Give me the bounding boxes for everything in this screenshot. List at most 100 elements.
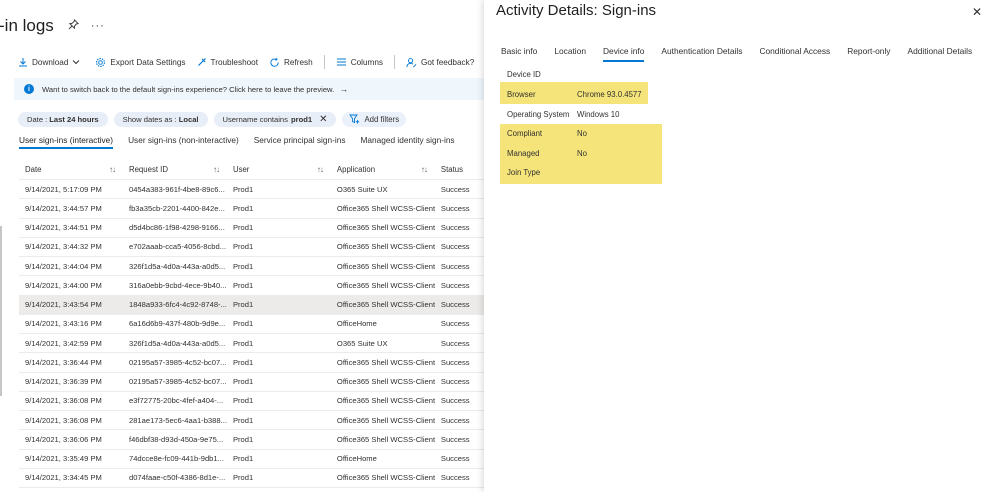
table-row[interactable]: 9/14/2021, 3:44:32 PM e702aaab-cca5-4056-… [19, 238, 484, 257]
cell-user: Prod1 [232, 300, 254, 310]
browser-key: Browser [507, 90, 536, 99]
column-header-request-id-label: Request ID [128, 165, 168, 174]
show-dates-filter-value: Local [178, 114, 199, 124]
feedback-button[interactable]: Got feedback? [406, 57, 474, 68]
cell-application: Office365 Shell WCSS-Client [336, 377, 435, 387]
cell-request-id: 02195a57-3985-4c52-bc07... [128, 377, 227, 387]
browser-row: Browser Chrome 93.0.4577 [507, 90, 642, 99]
tab-conditional-access[interactable]: Conditional Access [759, 46, 830, 62]
cell-date: 9/14/2021, 3:34:45 PM [25, 473, 102, 483]
info-bar-text: Want to switch back to the default sign-… [42, 84, 335, 94]
tab-location[interactable]: Location [554, 46, 586, 62]
column-header-status[interactable]: Status [435, 160, 484, 180]
cell-request-id: f46dbf38-d93d-450a-9e75... [128, 434, 224, 444]
date-filter-pill[interactable]: Date : Last 24 hours [18, 111, 108, 127]
date-filter-value: Last 24 hours [49, 114, 99, 124]
cell-request-id: 74dcce8e-fc09-441b-9db1... [128, 454, 224, 464]
column-header-user-label: User [232, 165, 250, 174]
cell-application: Office365 Shell WCSS-Client [336, 415, 435, 425]
add-filters-button[interactable]: Add filters [342, 111, 407, 127]
table-row[interactable]: 9/14/2021, 3:43:16 PM 6a16d6b9-437f-480b-… [19, 315, 484, 334]
cell-application: Office365 Shell WCSS-Client [336, 203, 435, 213]
column-header-date[interactable]: Date ↑↓ [19, 160, 123, 180]
column-header-date-label: Date [25, 165, 42, 174]
tab-authentication-details[interactable]: Authentication Details [661, 46, 742, 62]
remove-filter-icon[interactable]: ✕ [319, 114, 327, 125]
username-filter-label: Username contains [222, 114, 288, 124]
cell-user: Prod1 [232, 338, 254, 348]
cell-application: Office365 Shell WCSS-Client [336, 434, 435, 444]
arrow-right-icon[interactable]: → [339, 84, 348, 94]
username-filter-pill[interactable]: Username contains prod1 ✕ [213, 111, 337, 127]
pin-icon[interactable] [68, 19, 79, 33]
cell-date: 9/14/2021, 3:43:16 PM [25, 319, 102, 329]
operating-system-row: Operating System Windows 10 [507, 110, 619, 119]
highlight-box [500, 124, 662, 184]
cell-status: Success [440, 357, 470, 367]
table-row[interactable]: 9/14/2021, 3:34:45 PM d074faae-c50f-4386-… [19, 469, 484, 488]
table-row[interactable]: 9/14/2021, 3:36:44 PM 02195a57-3985-4c52-… [19, 353, 484, 373]
cell-date: 9/14/2021, 3:44:04 PM [25, 261, 102, 271]
troubleshoot-button[interactable]: Troubleshoot [197, 57, 258, 67]
refresh-button[interactable]: Refresh [269, 57, 313, 68]
toolbar-divider [394, 55, 395, 69]
sort-icon[interactable]: ↑↓ [109, 165, 116, 174]
tab-device-info[interactable]: Device info [602, 46, 645, 62]
columns-label: Columns [350, 57, 383, 67]
cell-application: Office365 Shell WCSS-Client [336, 300, 435, 310]
cell-status: Success [440, 415, 470, 425]
table-row[interactable]: 9/14/2021, 3:36:08 PM e3f72775-20bc-4fef-… [19, 392, 484, 411]
column-header-application[interactable]: Application ↑↓ [331, 160, 435, 180]
tab-service-principal-sign-ins[interactable]: Service principal sign-ins [254, 135, 346, 149]
table-row[interactable]: 9/14/2021, 3:36:08 PM 281ae173-5ec6-4aa1-… [19, 411, 484, 431]
cell-user: Prod1 [232, 261, 254, 271]
cell-status: Success [440, 396, 470, 406]
page-title: -in logs [0, 16, 54, 35]
cell-status: Success [440, 223, 470, 233]
cell-user: Prod1 [232, 242, 254, 252]
table-row[interactable]: 9/14/2021, 3:43:54 PM 1848a933-6fc4-4c92-… [19, 295, 484, 315]
sort-icon[interactable]: ↑↓ [421, 165, 428, 174]
more-options-icon[interactable]: ··· [91, 20, 105, 32]
cell-user: Prod1 [232, 396, 254, 406]
table-row[interactable]: 9/14/2021, 5:17:09 PM 0454a383-961f-4be8-… [19, 180, 484, 200]
tab-managed-identity-sign-ins[interactable]: Managed identity sign-ins [361, 135, 455, 149]
column-header-user[interactable]: User ↑↓ [227, 160, 331, 180]
export-data-settings-button[interactable]: Export Data Settings [95, 57, 186, 68]
table-row[interactable]: 9/14/2021, 3:44:04 PM 326f1d5a-4d0a-443a-… [19, 257, 484, 277]
cell-date: 9/14/2021, 3:36:06 PM [25, 434, 102, 444]
table-row[interactable]: 9/14/2021, 3:36:39 PM 02195a57-3985-4c52-… [19, 373, 484, 392]
sort-icon[interactable]: ↑↓ [213, 165, 220, 174]
tab-additional-details[interactable]: Additional Details [908, 46, 973, 62]
sort-icon[interactable]: ↑↓ [317, 165, 324, 174]
table-row[interactable]: 9/14/2021, 3:44:00 PM 316a0ebb-9cbd-4ece-… [19, 276, 484, 296]
toolbar-divider [323, 55, 325, 69]
download-button[interactable]: Download [18, 57, 84, 67]
feedback-label: Got feedback? [421, 57, 475, 67]
show-dates-filter-pill[interactable]: Show dates as : Local [113, 111, 208, 127]
table-row[interactable]: 9/14/2021, 3:44:57 PM fb3a35cb-2201-4400-… [19, 199, 484, 219]
close-icon[interactable]: ✕ [972, 5, 982, 19]
cell-request-id: 02195a57-3985-4c52-bc07... [128, 357, 227, 367]
tab-report-only[interactable]: Report-only [847, 46, 890, 62]
toolbar: Download Export Data Settings Troublesho… [18, 54, 484, 70]
filter-plus-icon [349, 114, 360, 124]
tab-user-sign-ins-interactive[interactable]: User sign-ins (interactive) [19, 135, 114, 149]
tab-basic-info[interactable]: Basic info [501, 46, 537, 62]
cell-user: Prod1 [232, 473, 254, 483]
tab-user-sign-ins-non-interactive[interactable]: User sign-ins (non-interactive) [128, 135, 239, 149]
table-row[interactable]: 9/14/2021, 3:36:06 PM f46dbf38-d93d-450a-… [19, 430, 484, 450]
cell-request-id: 326f1d5a-4d0a-443a-a0d5... [128, 338, 226, 348]
columns-button[interactable]: Columns [336, 57, 383, 67]
cell-user: Prod1 [232, 203, 254, 213]
table-row[interactable]: 9/14/2021, 3:44:51 PM d5d4bc86-1f98-4298-… [19, 219, 484, 238]
column-header-request-id[interactable]: Request ID ↑↓ [123, 160, 227, 180]
download-label: Download [32, 57, 69, 67]
table-row[interactable]: 9/14/2021, 3:35:49 PM 74dcce8e-fc09-441b-… [19, 450, 484, 469]
cell-request-id: 0454a383-961f-4be8-89c6... [128, 184, 225, 194]
table-row[interactable]: 9/14/2021, 3:42:59 PM 326f1d5a-4d0a-443a-… [19, 334, 484, 354]
cell-status: Success [440, 338, 470, 348]
refresh-label: Refresh [284, 57, 313, 67]
refresh-icon [270, 57, 279, 67]
preview-info-bar[interactable]: i Want to switch back to the default sig… [14, 78, 484, 100]
